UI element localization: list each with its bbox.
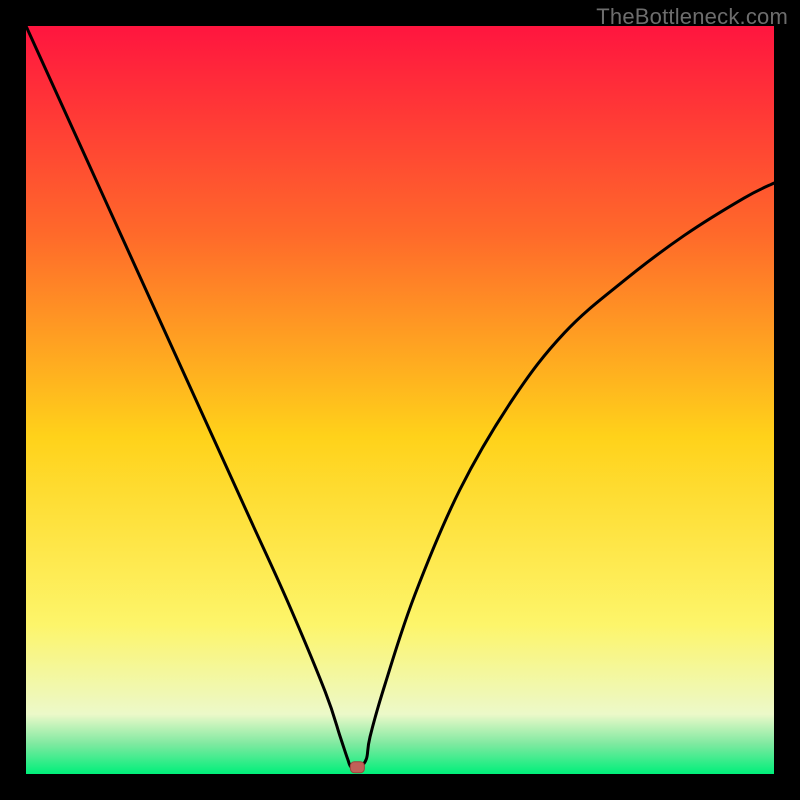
plot-area <box>26 26 774 774</box>
bottleneck-chart <box>26 26 774 774</box>
chart-frame: TheBottleneck.com <box>0 0 800 800</box>
gradient-background <box>26 26 774 774</box>
optimum-marker <box>350 762 364 773</box>
